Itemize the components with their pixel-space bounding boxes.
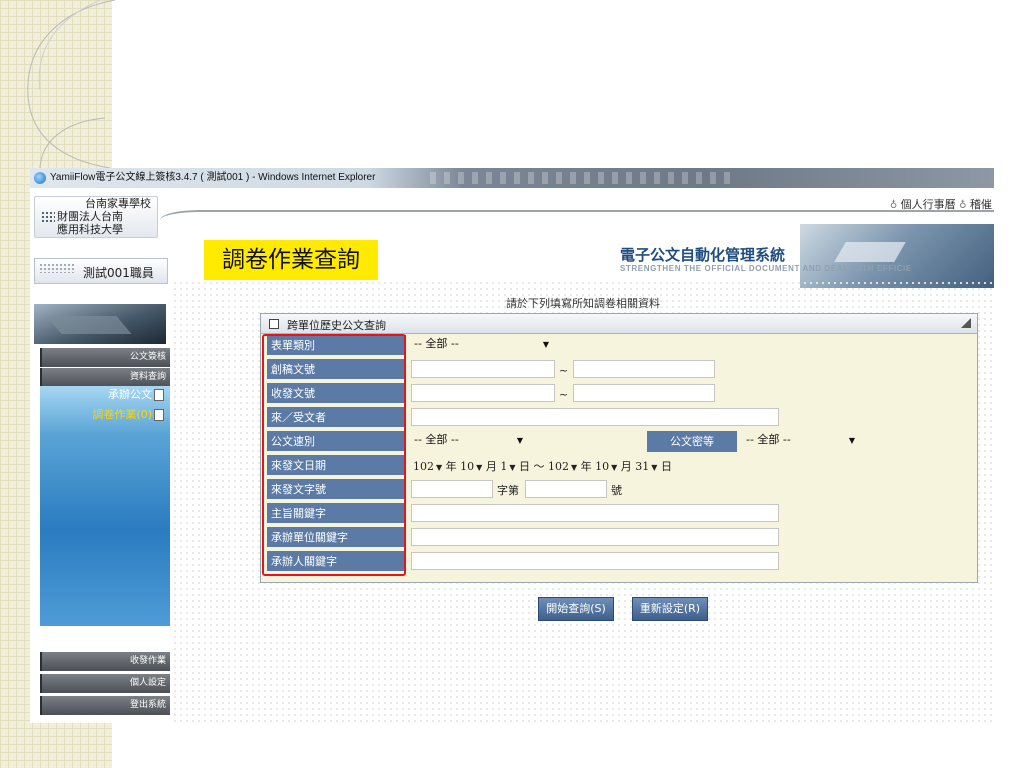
chevron-down-icon: ▼ — [516, 436, 524, 445]
grid-dots-icon — [41, 211, 55, 223]
link-calendar[interactable]: 個人行事曆 — [901, 198, 956, 211]
from-year-select[interactable]: 102 — [413, 460, 434, 473]
browser-window: YamiiFlow電子公文線上簽核3.4.7 ( 測試001 ) - Windo… — [30, 168, 994, 723]
document-icon — [154, 409, 164, 421]
sidebar-subitem-handling[interactable]: 承辦公文 — [108, 388, 164, 402]
range-tilde: ~ — [559, 364, 569, 377]
chevron-down-icon: ▼ — [542, 340, 550, 349]
user-name: 測試001職員 — [83, 266, 154, 280]
sidebar-item-send-receive[interactable]: 收發作業 — [40, 652, 170, 671]
sidebar: 公文簽核 資料查詢 承辦公文 調卷作業(0) 收發作業 個人設定 登出系統 — [34, 346, 170, 723]
chevron-down-icon: ▼ — [848, 436, 856, 445]
panel-header[interactable]: 跨單位歷史公文查詢 — [261, 314, 977, 334]
header-swoosh — [160, 210, 994, 224]
from-day-select[interactable]: 1 — [500, 460, 507, 473]
collapse-checkbox[interactable] — [269, 319, 279, 329]
titlebar-glow — [430, 172, 730, 184]
sidebar-item-logout[interactable]: 登出系統 — [40, 696, 170, 715]
chevron-down-icon: ▼ — [611, 463, 618, 472]
resize-corner-icon[interactable] — [961, 318, 971, 328]
school-name: 台南家專學校 財團法人台南 應用科技大學 — [57, 197, 151, 236]
handler-keyword-input[interactable] — [411, 552, 779, 570]
subject-keyword-input[interactable] — [411, 504, 779, 522]
system-logo-text: 電子公文自動化管理系統 — [620, 246, 786, 264]
highlight-box — [262, 334, 406, 576]
pin-icon: ♁ — [889, 200, 898, 211]
range-tilde: ~ — [559, 388, 569, 401]
user-label: 測試001職員 — [34, 258, 168, 284]
from-month-select[interactable]: 10 — [460, 460, 474, 473]
send-no-to-input[interactable] — [573, 384, 715, 402]
doc-word-middle: 字第 — [497, 484, 519, 497]
window-title: YamiiFlow電子公文線上簽核3.4.7 ( 測試001 ) - Windo… — [50, 172, 376, 183]
chevron-down-icon: ▼ — [509, 463, 516, 472]
chevron-down-icon: ▼ — [570, 463, 578, 472]
page-title: 調卷作業查詢 — [204, 240, 378, 280]
to-day-select[interactable]: 31 — [635, 460, 649, 473]
school-name-box: 台南家專學校 財團法人台南 應用科技大學 — [34, 196, 158, 238]
to-month-select[interactable]: 10 — [595, 460, 609, 473]
secrecy-select[interactable]: -- 全部 -- ▼ — [743, 432, 873, 450]
sidebar-item-data-query[interactable]: 資料查詢 — [40, 368, 170, 387]
banner-photo — [800, 224, 994, 288]
form-instruction: 請於下列填寫所知調卷相關資料 — [506, 297, 660, 310]
sidebar-submenu: 承辦公文 調卷作業(0) — [40, 386, 170, 626]
sidebar-subitem-retrieval[interactable]: 調卷作業(0) — [92, 408, 164, 422]
speed-select[interactable]: -- 全部 -- ▼ — [411, 432, 541, 450]
doc-word-input[interactable] — [411, 480, 493, 498]
draft-no-to-input[interactable] — [573, 360, 715, 378]
sidebar-item-doc-signing[interactable]: 公文簽核 — [40, 348, 170, 367]
search-button[interactable]: 開始查詢(S) — [538, 597, 614, 621]
date-range: 102 ▼ 年 10 ▼ 月 1 ▼ 日 ～ 102 ▼ 年 10 ▼ 月 31 ▼ 日 — [413, 460, 672, 473]
doc-number-input[interactable] — [525, 480, 607, 498]
chevron-down-icon: ▼ — [476, 463, 483, 472]
reset-button[interactable]: 重新設定(R) — [632, 597, 708, 621]
link-reminder[interactable]: 稽催 — [970, 198, 992, 211]
system-logo-subtitle: STRENGTHEN THE OFFICIAL DOCUMENT AND DEA… — [620, 264, 912, 273]
sidebar-photo — [34, 304, 166, 344]
top-links: ♁ 個人行事曆 ♁ 稽催 — [890, 196, 992, 212]
send-no-from-input[interactable] — [411, 384, 555, 402]
correspondent-input[interactable] — [411, 408, 779, 426]
sidebar-item-personal-settings[interactable]: 個人設定 — [40, 674, 170, 693]
panel-title: 跨單位歷史公文查詢 — [287, 319, 386, 332]
pin-icon: ♁ — [959, 200, 967, 211]
top-header — [30, 188, 994, 224]
label-secrecy: 公文密等 — [647, 431, 737, 452]
chevron-down-icon: ▼ — [651, 463, 658, 472]
doc-number-suffix: 號 — [611, 484, 622, 497]
to-year-select[interactable]: 102 — [548, 460, 569, 473]
chevron-down-icon: ▼ — [436, 463, 443, 472]
form-type-select[interactable]: -- 全部 -- ▼ — [411, 336, 581, 354]
document-icon — [154, 389, 164, 401]
internet-explorer-icon — [34, 172, 46, 184]
draft-no-from-input[interactable] — [411, 360, 555, 378]
unit-keyword-input[interactable] — [411, 528, 779, 546]
window-titlebar: YamiiFlow電子公文線上簽核3.4.7 ( 測試001 ) - Windo… — [30, 168, 994, 188]
dots-pattern — [39, 263, 75, 273]
